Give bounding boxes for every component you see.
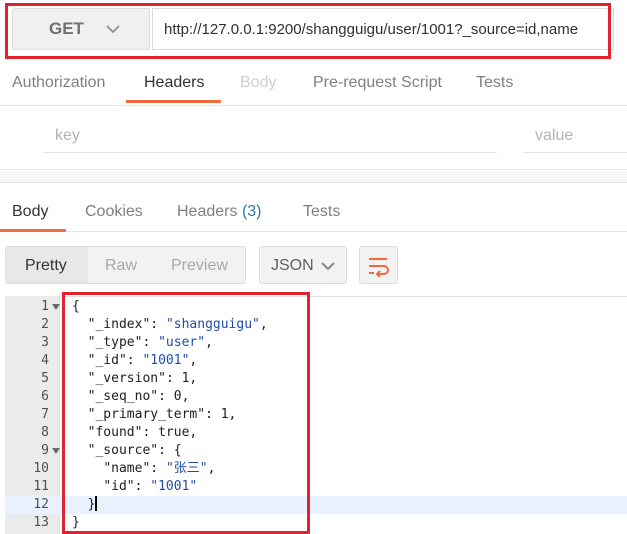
request-bar: GET http://127.0.0.1:9200/shangguigu/use… xyxy=(0,0,627,60)
line-number: 11 xyxy=(33,479,49,494)
line-number: 3 xyxy=(41,335,49,350)
line-number: 5 xyxy=(41,371,49,386)
preview-button[interactable]: Preview xyxy=(171,257,228,275)
line-number: 4 xyxy=(41,353,49,368)
value-underline xyxy=(522,152,627,153)
header-row: key value xyxy=(0,108,627,170)
line-number: 9 xyxy=(41,443,49,458)
raw-button[interactable]: Raw xyxy=(105,257,137,275)
language-label: JSON xyxy=(271,257,314,274)
response-tab-headers-label: Headers xyxy=(177,203,238,220)
response-tab-tests[interactable]: Tests xyxy=(303,203,340,221)
url-highlight-box xyxy=(5,3,611,59)
line-number: 1 xyxy=(41,299,49,314)
wrap-lines-button[interactable] xyxy=(359,246,398,284)
active-tab-indicator xyxy=(126,100,221,103)
line-number: 8 xyxy=(41,425,49,440)
header-value-input[interactable]: value xyxy=(535,127,573,145)
response-tab-body[interactable]: Body xyxy=(12,203,48,221)
fold-toggle-icon[interactable] xyxy=(52,447,60,455)
tab-tests[interactable]: Tests xyxy=(476,74,513,92)
tab-body[interactable]: Body xyxy=(240,74,276,92)
pretty-button[interactable]: Pretty xyxy=(25,257,67,275)
tab-pre-request-script[interactable]: Pre-request Script xyxy=(313,74,442,92)
line-number: 12 xyxy=(33,497,49,512)
format-toggle-group: Pretty Raw Preview xyxy=(5,246,246,284)
language-select[interactable]: JSON xyxy=(259,246,347,284)
line-number: 6 xyxy=(41,389,49,404)
line-number: 10 xyxy=(33,461,49,476)
tab-headers[interactable]: Headers xyxy=(144,74,204,92)
request-tabs: Authorization Headers Body Pre-request S… xyxy=(0,62,627,106)
headers-count-badge: (3) xyxy=(241,203,262,220)
fold-toggle-icon[interactable] xyxy=(52,303,60,311)
line-number: 7 xyxy=(41,407,49,422)
response-tab-headers[interactable]: Headers (3) xyxy=(177,203,262,221)
wrap-lines-icon xyxy=(369,258,389,277)
response-active-tab-indicator xyxy=(0,229,66,232)
line-number: 13 xyxy=(33,515,49,530)
response-highlight-box xyxy=(62,292,310,534)
response-tabs: Body Cookies Headers (3) Tests xyxy=(0,184,627,232)
line-number: 2 xyxy=(41,317,49,332)
tab-authorization[interactable]: Authorization xyxy=(12,74,105,92)
header-key-input[interactable]: key xyxy=(55,127,80,145)
chevron-down-icon xyxy=(321,262,335,271)
section-divider xyxy=(0,171,627,183)
response-tab-cookies[interactable]: Cookies xyxy=(85,203,143,221)
key-underline xyxy=(42,152,497,153)
